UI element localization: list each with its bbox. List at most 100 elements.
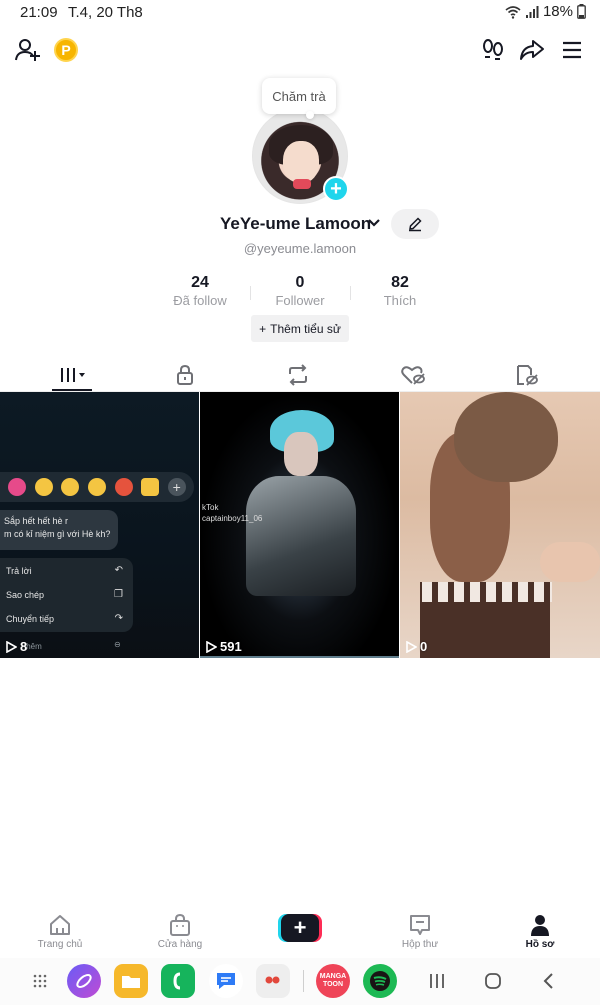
chat-message-text: Sắp hết hết hè r m có kỉ niệm gì với Hè … [4, 516, 111, 539]
app-folder-icon[interactable] [256, 964, 290, 998]
share-icon [520, 40, 544, 60]
status-date: T.4, 20 Th8 [68, 4, 143, 21]
view-count: 0 [405, 639, 427, 654]
stat-following[interactable]: 24 Đã follow [150, 274, 250, 308]
grid-icon [61, 368, 85, 382]
profile-icon [531, 915, 549, 936]
app-drawer-button[interactable] [24, 964, 56, 998]
view-count-value: 8 [20, 639, 28, 654]
edit-profile-button[interactable] [391, 209, 439, 239]
chevron-down-icon[interactable] [367, 216, 381, 230]
share-button[interactable] [518, 36, 546, 64]
create-button[interactable]: + [278, 914, 322, 942]
mangatoon-app-icon[interactable]: MANGA TOON [316, 964, 350, 998]
note-bubble-text: Chăm trà [272, 88, 326, 104]
spotify-icon [370, 971, 390, 991]
add-friend-button[interactable] [14, 36, 42, 64]
hamburger-icon [563, 41, 581, 59]
play-icon [206, 640, 217, 653]
plus-icon: + [330, 178, 342, 200]
menu-button[interactable] [558, 36, 586, 64]
surprised-emoji-icon [61, 478, 80, 496]
chat-message: Sắp hết hết hè r m có kỉ niệm gì với Hè … [0, 510, 118, 550]
divider [303, 970, 304, 992]
folder-apps-icon [265, 976, 280, 984]
context-menu: Trả lời ↶ Sao chép ❐ Chuyển tiếp ↷ [0, 558, 133, 632]
menu-item-forward: Chuyển tiếp [6, 614, 55, 624]
nav-label: Hộp thư [401, 939, 439, 950]
video-overlay-text: kTok captainboy11_06 [202, 503, 263, 523]
coin-button[interactable]: P [54, 38, 78, 62]
handle: @yeyeume.lamoon [243, 241, 357, 256]
nav-label: Hồ sơ [525, 939, 555, 950]
back-icon [543, 973, 553, 989]
stat-likes[interactable]: 82 Thích [350, 274, 450, 308]
bottom-nav: Trang chủ Cửa hàng + Hộp thư Hồ sơ [0, 906, 600, 958]
add-user-icon [15, 39, 40, 61]
tab-videos[interactable] [42, 360, 102, 390]
wifi-icon [505, 5, 521, 19]
footprint-button[interactable] [480, 36, 506, 64]
add-bio-label: Thêm tiểu sử [270, 321, 341, 336]
avatar-face [283, 141, 319, 183]
add-bio-button[interactable]: + Thêm tiểu sử [251, 315, 349, 342]
orbit-icon [76, 974, 92, 988]
chat-bubble-icon [217, 973, 235, 989]
liked-icon [401, 366, 425, 385]
system-dock: MANGA TOON [0, 958, 600, 1005]
inbox-icon [410, 915, 430, 935]
play-icon [406, 640, 417, 653]
footprint-icon [483, 39, 503, 60]
video-thumbnail[interactable]: 0 [400, 392, 600, 658]
display-name: YeYe-ume Lamoon [220, 214, 372, 233]
forward-icon: ↷ [114, 613, 123, 624]
video-grid: + Sắp hết hết hè r m có kỉ niệm gì với H… [0, 392, 600, 658]
stats-row: 24 Đã follow 0 Follower 82 Thích [150, 274, 450, 310]
repost-icon [289, 364, 307, 386]
sad-emoji-icon [87, 478, 106, 496]
tab-private[interactable] [155, 360, 215, 390]
stat-followers[interactable]: 0 Follower [250, 274, 350, 308]
files-app-icon[interactable] [114, 964, 148, 998]
copy-icon: ❐ [114, 589, 123, 600]
video-thumbnail[interactable]: + Sắp hết hết hè r m có kỉ niệm gì với H… [0, 392, 199, 658]
phone-app-icon[interactable] [161, 964, 195, 998]
active-tab-indicator [52, 389, 92, 391]
add-story-button[interactable]: + [323, 176, 349, 202]
nav-profile[interactable]: Hồ sơ [500, 914, 580, 950]
top-actions: P [0, 36, 600, 66]
stat-value: 82 [391, 274, 409, 291]
nav-home[interactable]: Trang chủ [20, 914, 100, 950]
video-figure-arm [540, 542, 600, 582]
tab-reposts[interactable] [268, 360, 328, 390]
tab-liked[interactable] [383, 360, 443, 390]
recent-apps-button[interactable] [420, 964, 454, 998]
mangatoon-logo-text: MANGA TOON [319, 973, 347, 988]
stat-label: Thích [383, 293, 417, 308]
status-time: 21:09 [20, 4, 58, 21]
messages-app-icon[interactable] [209, 964, 243, 998]
stat-label: Đã follow [173, 293, 227, 308]
view-count-value: 0 [420, 639, 428, 654]
view-count: 591 [205, 639, 242, 654]
tab-tagged[interactable] [497, 360, 557, 390]
spotify-app-icon[interactable] [363, 964, 397, 998]
video-thumbnail[interactable]: kTok captainboy11_06 591 [200, 392, 399, 658]
options-icon: ⊖ [114, 640, 121, 649]
play-icon [6, 640, 17, 653]
back-button[interactable] [532, 964, 566, 998]
note-bubble[interactable]: Chăm trà [262, 78, 336, 119]
reaction-bar: + [0, 472, 194, 502]
thumbs-up-icon [141, 478, 160, 496]
pencil-icon [409, 217, 422, 232]
home-button[interactable] [476, 964, 510, 998]
lock-icon [177, 364, 193, 385]
internet-app-icon[interactable] [67, 964, 101, 998]
video-figure-body [246, 476, 356, 596]
phone-icon [173, 972, 181, 990]
status-bar: 21:09 T.4, 20 Th8 18% [0, 0, 600, 26]
nav-shop[interactable]: Cửa hàng [140, 914, 220, 950]
app-grid-icon [33, 974, 47, 988]
divider [200, 656, 399, 658]
nav-inbox[interactable]: Hộp thư [380, 914, 460, 950]
